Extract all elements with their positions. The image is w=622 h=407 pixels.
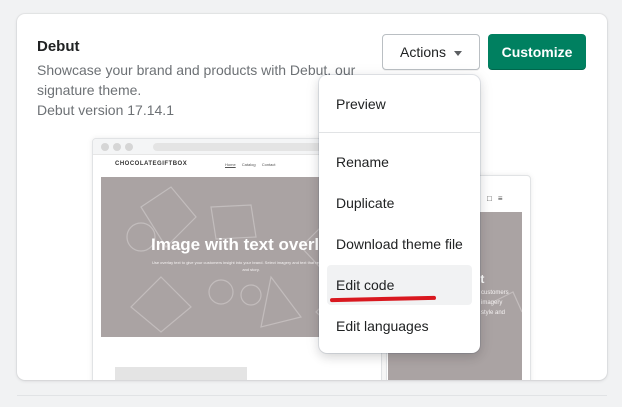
actions-dropdown: Preview Rename Duplicate Download theme … [319, 75, 480, 353]
menu-item-rename[interactable]: Rename [327, 142, 472, 182]
store-logo: CHOCOLATEGIFTBOX [115, 161, 188, 167]
customize-button[interactable]: Customize [488, 34, 586, 70]
window-dot-icon [113, 143, 121, 151]
menu-icon: ≡ [497, 194, 509, 203]
theme-description: Showcase your brand and products with De… [37, 62, 356, 98]
menu-item-preview[interactable]: Preview [327, 84, 472, 124]
content-placeholder [115, 367, 247, 380]
window-dot-icon [125, 143, 133, 151]
menu-divider [319, 132, 480, 133]
actions-label: Actions [400, 44, 446, 60]
nav-catalog: Catalog [241, 162, 256, 167]
window-dot-icon [101, 143, 109, 151]
caret-down-icon [453, 50, 462, 56]
theme-version: Debut version 17.14.1 [37, 102, 174, 118]
mobile-header-icons: □≡ [487, 194, 509, 203]
site-nav: Home Catalog Contact [225, 162, 281, 167]
mobile-hero-subtitle: customers imagery style and [481, 290, 509, 316]
menu-item-download-theme-file[interactable]: Download theme file [327, 224, 472, 264]
bag-icon: □ [487, 194, 498, 203]
theme-card: Debut Showcase your brand and products w… [17, 14, 607, 380]
theme-title: Debut [37, 38, 80, 55]
divider [17, 395, 607, 396]
menu-item-duplicate[interactable]: Duplicate [327, 183, 472, 223]
nav-contact: Contact [261, 162, 276, 167]
actions-button[interactable]: Actions [382, 34, 480, 70]
menu-item-edit-languages[interactable]: Edit languages [327, 306, 472, 346]
nav-home: Home [225, 162, 236, 167]
